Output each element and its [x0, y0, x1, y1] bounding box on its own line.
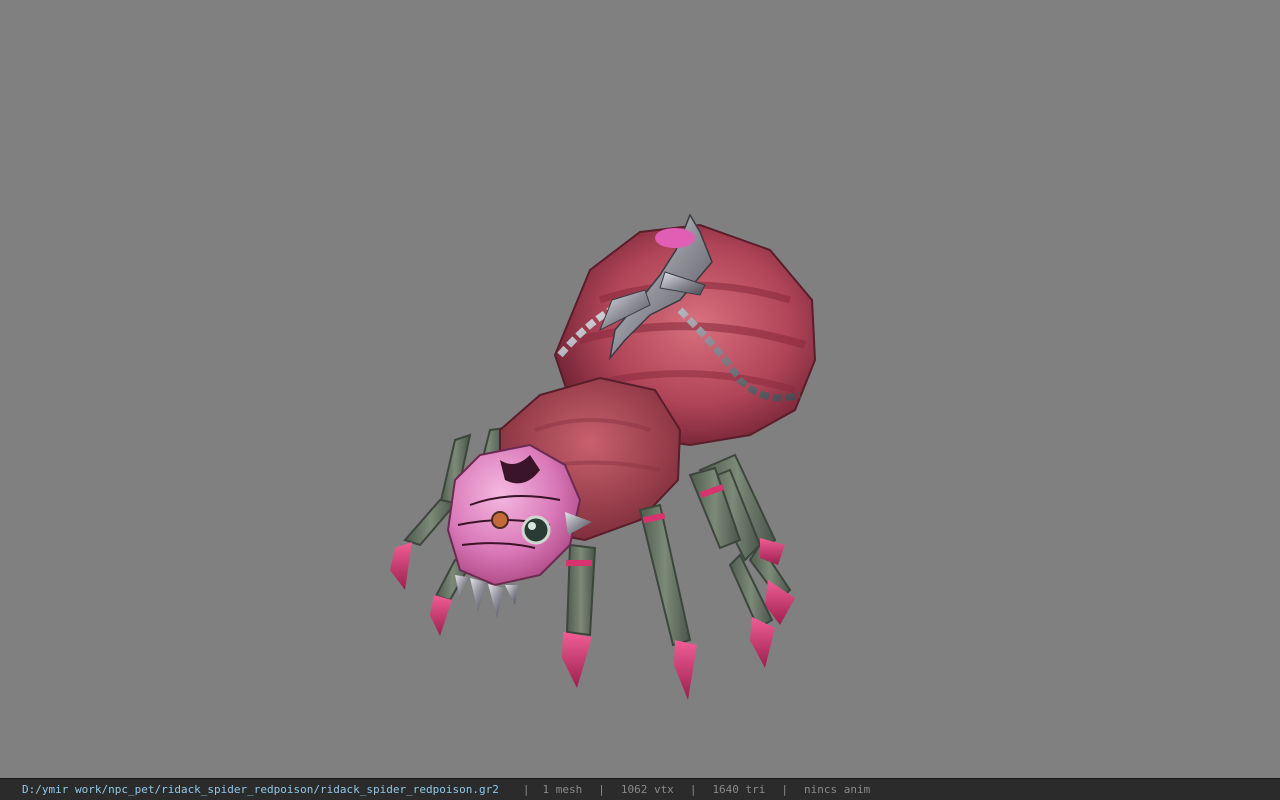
status-separator: |: [522, 783, 530, 796]
status-separator: |: [689, 783, 697, 796]
status-separator: |: [781, 783, 789, 796]
3d-viewport[interactable]: [0, 0, 1280, 778]
status-separator: |: [598, 783, 605, 796]
status-bar: D:/ymir work/npc_pet/ridack_spider_redpo…: [0, 778, 1280, 800]
status-file-path: D:/ymir work/npc_pet/ridack_spider_redpo…: [22, 783, 499, 796]
spider-model: [390, 213, 817, 700]
status-triangle-count: 1640 tri: [712, 783, 766, 796]
status-mesh-count: 1 mesh: [542, 783, 583, 796]
status-vertex-count: 1062 vtx: [620, 783, 674, 796]
status-animation: nincs anim: [804, 783, 871, 796]
